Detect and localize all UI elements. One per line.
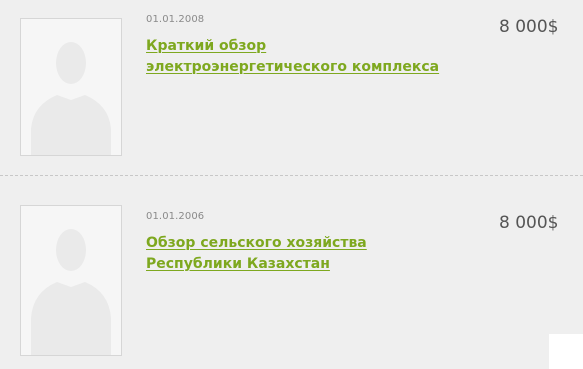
report-thumbnail[interactable] bbox=[20, 18, 122, 156]
report-date: 01.01.2008 bbox=[146, 14, 205, 25]
blank-panel bbox=[549, 334, 583, 369]
item-divider bbox=[0, 175, 583, 176]
report-thumbnail[interactable] bbox=[20, 205, 122, 356]
report-price: 8 000$ bbox=[499, 17, 559, 37]
user-placeholder-icon bbox=[21, 206, 121, 355]
list-item: 01.01.2008 Краткий обзор электроэнергети… bbox=[0, 0, 583, 175]
user-placeholder-icon bbox=[21, 19, 121, 155]
report-title-link[interactable]: Краткий обзор электроэнергетического ком… bbox=[146, 36, 466, 77]
report-title-link[interactable]: Обзор сельского хозяйства Республики Каз… bbox=[146, 233, 466, 274]
report-list: 01.01.2008 Краткий обзор электроэнергети… bbox=[0, 0, 583, 369]
report-date: 01.01.2006 bbox=[146, 211, 205, 222]
list-item: 01.01.2006 Обзор сельского хозяйства Рес… bbox=[0, 188, 583, 363]
report-price: 8 000$ bbox=[499, 213, 559, 233]
